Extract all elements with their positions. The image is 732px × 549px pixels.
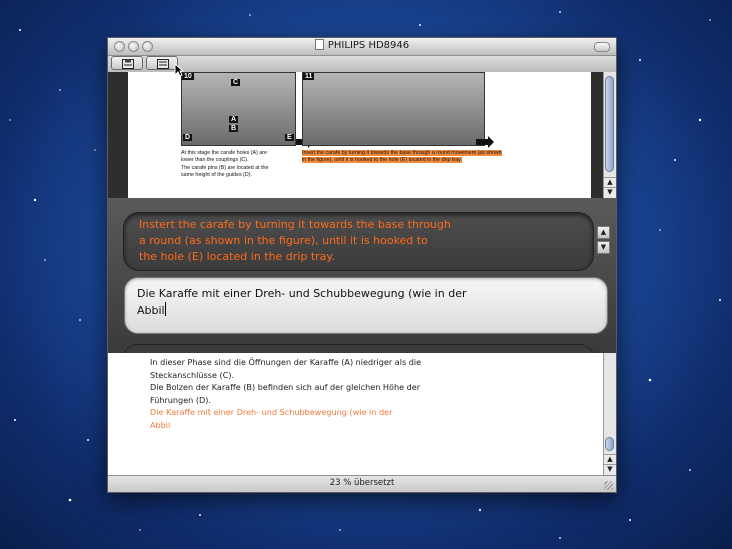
figure-number: 11 (303, 73, 315, 80)
save-button[interactable] (111, 56, 143, 70)
callout-label: B (229, 125, 239, 132)
app-window: PHILIPS HD8946 10 C A B D E 11 At this s… (107, 37, 617, 493)
window-title: PHILIPS HD8946 (327, 40, 410, 51)
callout-label: D (183, 134, 193, 141)
document-icon (314, 39, 324, 50)
status-bar: 23 % übersetzt (108, 475, 616, 492)
figure-10-image: 10 C A B D E (181, 72, 296, 146)
figure-11-caption: Insert the carafe by turning it towards … (302, 150, 502, 164)
callout-label: E (285, 134, 294, 141)
text-caret (164, 302, 166, 316)
output-text: In dieser Phase sind die Öffnungen der K… (150, 357, 422, 430)
callout-label: A (229, 116, 239, 123)
next-segment-button[interactable]: ▼ (597, 241, 610, 254)
document-preview[interactable]: 10 C A B D E 11 At this stage the carafe… (108, 72, 616, 198)
output-scrollbar[interactable]: ▲ ▼ (603, 353, 616, 475)
toolbar-toggle-button[interactable] (594, 42, 610, 52)
translation-progress: 23 % übersetzt (329, 478, 395, 488)
segment-stepper[interactable]: ▲ ▼ (597, 226, 610, 256)
export-icon (157, 59, 169, 69)
scroll-down-arrow[interactable]: ▼ (604, 464, 616, 474)
arrow-icon (476, 136, 494, 148)
target-segment-text[interactable]: Die Karaffe mit einer Dreh- und Schubbew… (137, 285, 497, 319)
target-segment-input[interactable]: Die Karaffe mit einer Dreh- und Schubbew… (124, 277, 608, 334)
translation-panel: Instert the carafe by turning it towards… (108, 198, 616, 358)
scroll-up-arrow[interactable]: ▲ (604, 454, 616, 464)
document-scrollbar[interactable]: ▲ ▼ (603, 72, 616, 198)
title-bar[interactable]: PHILIPS HD8946 (108, 38, 616, 56)
figure-10-caption: At this stage the carafe holes (A) are l… (181, 150, 269, 179)
source-segment-box: Instert the carafe by turning it towards… (123, 212, 594, 271)
scroll-up-arrow[interactable]: ▲ (604, 177, 616, 187)
source-segment-text: Instert the carafe by turning it towards… (139, 218, 451, 263)
mouse-cursor-icon (174, 63, 184, 77)
figure-11-image: 11 (302, 72, 485, 146)
resize-grip-icon[interactable] (604, 481, 613, 490)
scroll-down-arrow[interactable]: ▼ (604, 187, 616, 197)
callout-label: C (231, 79, 241, 86)
document-page: 10 C A B D E 11 At this stage the carafe… (128, 72, 591, 198)
save-icon (122, 59, 134, 69)
scroll-thumb[interactable] (605, 437, 614, 451)
scroll-thumb[interactable] (605, 76, 614, 172)
previous-segment-button[interactable]: ▲ (597, 226, 610, 239)
translated-output[interactable]: In dieser Phase sind die Öffnungen der K… (108, 353, 616, 475)
toolbar (108, 56, 616, 72)
